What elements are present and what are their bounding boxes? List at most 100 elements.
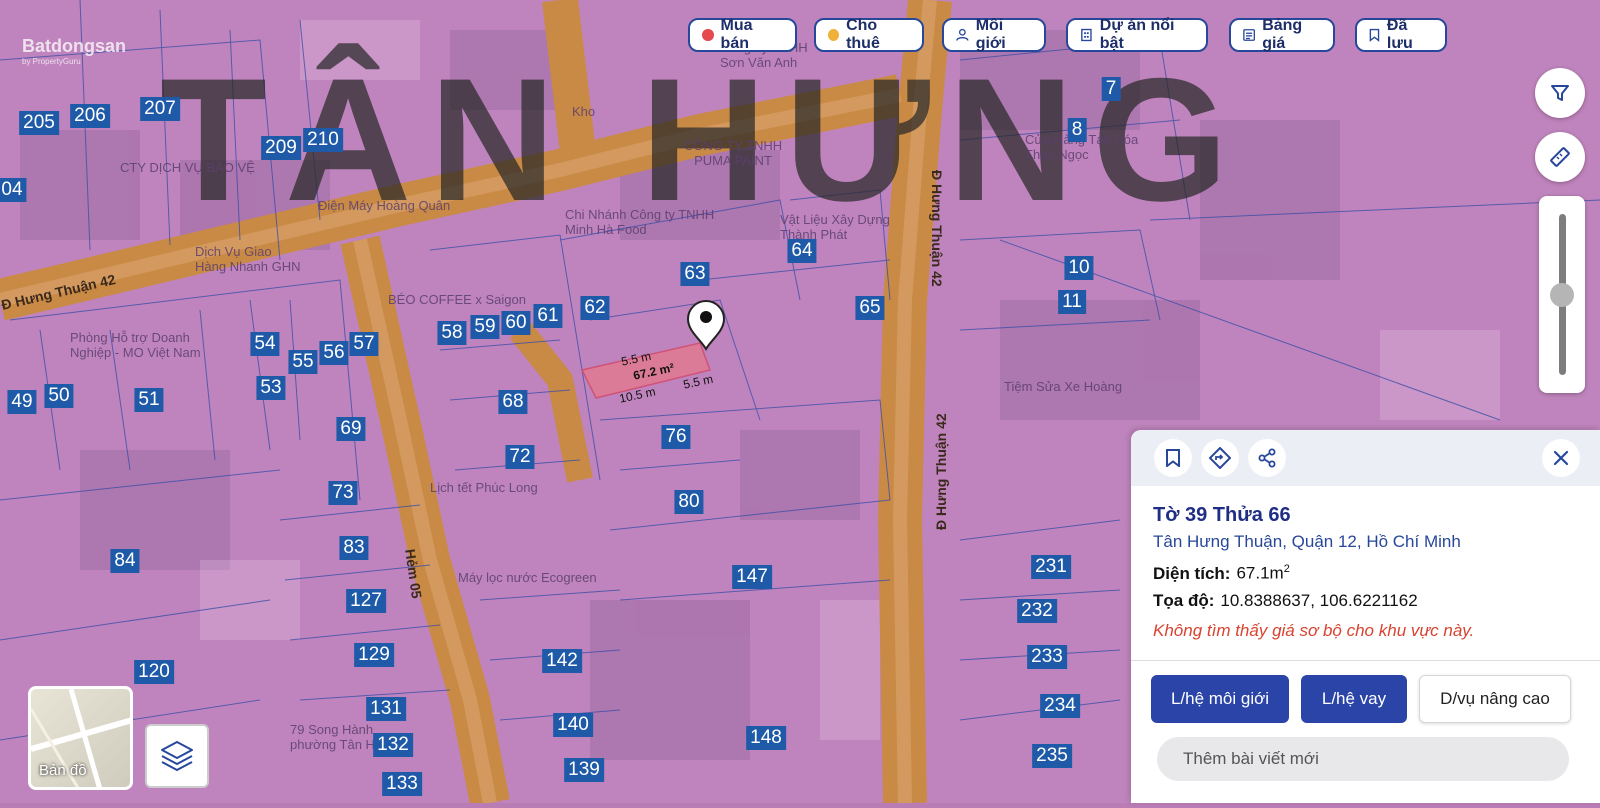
bookmark-icon: [1166, 449, 1180, 467]
filter-label: Mua bán: [720, 17, 753, 52]
share-button[interactable]: [1248, 439, 1286, 477]
building-icon: [1081, 28, 1092, 42]
plot-number-label: 8: [1067, 118, 1087, 142]
plot-number-label: 133: [382, 772, 422, 796]
coordinate-row: Tọa độ: 10.8388637, 106.6221162: [1153, 591, 1418, 611]
logo-text: Batdongsan: [22, 36, 127, 56]
plot-number-label: 206: [70, 104, 110, 128]
filter-da-luu[interactable]: Đã lưu: [1355, 17, 1447, 52]
plot-number-label: 63: [680, 262, 710, 286]
plot-number-label: 139: [564, 758, 604, 782]
plot-number-label: 72: [505, 445, 535, 469]
plot-number-label: 10: [1064, 256, 1094, 280]
user-icon: [956, 28, 969, 41]
new-post-input[interactable]: Thêm bài viết mới: [1157, 737, 1569, 781]
poi-label: Phòng Hỗ trợ Doanh Nghiệp - MO Việt Nam: [70, 330, 201, 360]
plot-number-label: 127: [346, 589, 386, 613]
filter-bang-gia[interactable]: Bảng giá: [1229, 17, 1335, 52]
plot-number-label: 209: [261, 136, 301, 160]
coordinate-value: 10.8388637, 106.6221162: [1220, 591, 1418, 610]
filter-moi-gioi[interactable]: Môi giới: [942, 17, 1046, 52]
measure-button[interactable]: [1535, 132, 1585, 182]
poi-label: Dịch Vụ Giao Hàng Nhanh GHN: [195, 244, 301, 274]
zoom-slider[interactable]: [1539, 196, 1585, 393]
plot-number-label: 68: [498, 390, 528, 414]
plot-number-label: 57: [349, 332, 379, 356]
mua-ban-dot-icon: [702, 29, 714, 41]
zoom-handle[interactable]: [1550, 283, 1574, 307]
plot-number-label: 120: [134, 660, 174, 684]
filter-label: Đã lưu: [1386, 17, 1413, 52]
plot-number-label: 84: [110, 549, 140, 573]
poi-label: BÉO COFFEE x Saigon: [388, 292, 526, 307]
poi-label: Lịch tết Phúc Long: [430, 480, 538, 495]
parcel-address: Tân Hưng Thuận, Quận 12, Hồ Chí Minh: [1153, 532, 1461, 551]
plot-number-label: 65: [855, 296, 885, 320]
plot-number-label: 11: [1058, 290, 1086, 314]
price-table-icon: [1243, 29, 1255, 41]
directions-button[interactable]: [1201, 439, 1239, 477]
filter-cho-thue[interactable]: Cho thuê: [814, 17, 924, 52]
plot-number-label: 53: [256, 376, 286, 400]
plot-number-label: 131: [366, 697, 406, 721]
filter-du-an-noi-bat[interactable]: Dự án nổi bật: [1066, 17, 1208, 52]
filter-label: Môi giới: [975, 17, 1006, 52]
poi-label: Vật Liệu Xây Dựng Thành Phát: [780, 212, 890, 242]
plot-number-label: 83: [339, 536, 369, 560]
contact-broker-button[interactable]: L/hệ môi giới: [1151, 675, 1289, 723]
coordinate-label: Tọa độ:: [1153, 591, 1215, 610]
panel-divider: [1131, 660, 1600, 661]
plot-number-label: 73: [328, 481, 358, 505]
filter-label: Dự án nổi bật: [1099, 17, 1175, 52]
layers-icon: [161, 741, 193, 771]
close-icon: [1553, 450, 1569, 466]
layers-button[interactable]: [145, 724, 209, 788]
contact-loan-button[interactable]: L/hệ vay: [1301, 675, 1407, 723]
area-label: Diện tích:: [1153, 563, 1231, 583]
road-label: Đ Hưng Thuận 42: [933, 413, 949, 530]
plot-number-label: 234: [1040, 694, 1080, 718]
poi-label: Kho: [572, 104, 596, 119]
poi-label: CÔNG TY TNHH PUMA PAINT: [683, 138, 783, 168]
filter-label: Cho thuê: [846, 17, 880, 52]
basemap-label: Bản đồ: [39, 762, 87, 779]
plot-number-label: 7: [1101, 77, 1121, 101]
parcel-title: Tờ 39 Thửa 66: [1153, 504, 1291, 526]
plot-number-label: 210: [303, 128, 343, 152]
batdongsan-logo: Batdongsan by PropertyGuru: [22, 36, 126, 66]
price-notice: Không tìm thấy giá sơ bộ cho khu vực này…: [1153, 621, 1475, 640]
bookmark-icon: [1369, 28, 1380, 42]
plot-number-label: 148: [746, 726, 786, 750]
plot-number-label: 58: [437, 321, 467, 345]
area-row: Diện tích: 67.1m2: [1153, 563, 1290, 584]
plot-number-label: 132: [373, 733, 413, 757]
share-icon: [1258, 448, 1276, 468]
plot-number-label: 59: [470, 315, 500, 339]
plot-number-label: 60: [501, 311, 531, 335]
plot-number-label: 62: [580, 296, 610, 320]
filter-label: Bảng giá: [1262, 17, 1303, 52]
plot-number-label: 147: [732, 565, 772, 589]
cho-thue-dot-icon: [828, 29, 840, 41]
plot-number-label: 233: [1027, 645, 1067, 669]
filter-button[interactable]: [1535, 68, 1585, 118]
save-parcel-button[interactable]: [1154, 439, 1192, 477]
plot-number-label: 235: [1032, 744, 1072, 768]
close-panel-button[interactable]: [1542, 439, 1580, 477]
plot-number-label: 50: [44, 384, 74, 408]
plot-number-label: 76: [661, 425, 691, 449]
advanced-service-button[interactable]: D/vụ nâng cao: [1419, 675, 1571, 723]
plot-number-label: 140: [553, 713, 593, 737]
filter-mua-ban[interactable]: Mua bán: [688, 17, 797, 52]
poi-label: Điện Máy Hoàng Quân: [318, 198, 451, 213]
plot-number-label: 205: [19, 111, 59, 135]
basemap-toggle[interactable]: Bản đồ: [28, 686, 133, 790]
plot-number-label: 232: [1017, 599, 1057, 623]
logo-subtext: by PropertyGuru: [22, 57, 81, 66]
funnel-icon: [1551, 85, 1569, 101]
plot-number-label: 61: [533, 304, 563, 328]
plot-number-label: 129: [354, 643, 394, 667]
road-label: Đ Hưng Thuận 42: [929, 170, 945, 287]
directions-icon: [1209, 447, 1231, 469]
plot-number-label: 04: [0, 178, 27, 202]
